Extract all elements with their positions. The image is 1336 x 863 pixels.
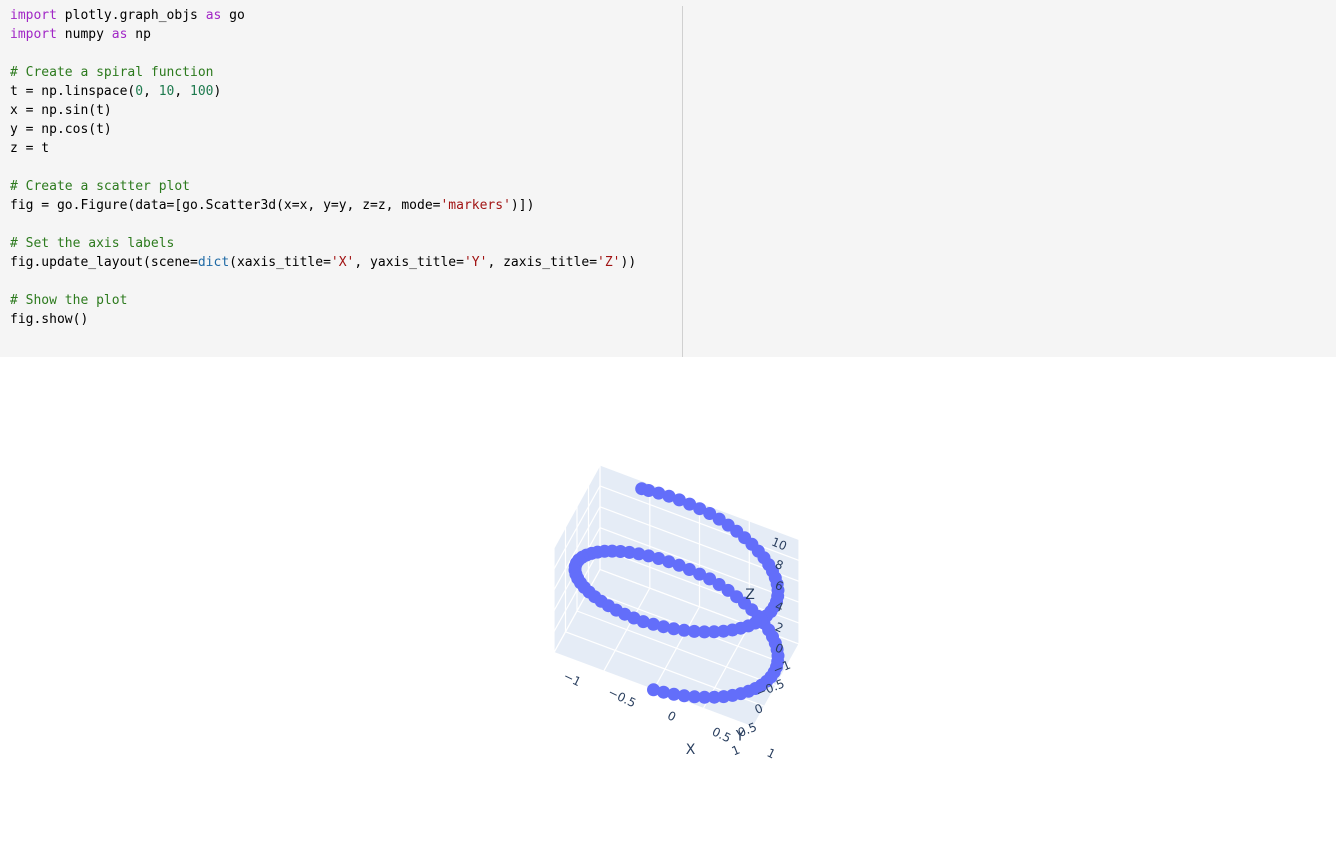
code-line: # Show the plot — [10, 291, 636, 310]
code-token: fig = go.Figure(data=[go.Scatter3d(x=x, … — [10, 198, 441, 213]
z-axis-title: Z — [745, 587, 755, 603]
code-cell-divider — [682, 6, 683, 357]
plot-output[interactable]: −1 −0.5 0 0.5 1 −1 −0.5 0 0.5 1 0 2 4 6 8 10 X Y Z — [0, 357, 1336, 863]
code-token: 'markers' — [440, 198, 511, 213]
code-token: import — [10, 27, 57, 42]
code-token: as — [111, 27, 128, 42]
y-axis-title: Y — [735, 729, 745, 745]
code-token: )) — [620, 255, 637, 270]
x-tick-label: −1 — [561, 669, 583, 689]
code-token: )]) — [510, 198, 535, 213]
code-line: # Create a scatter plot — [10, 177, 636, 196]
code-line: # Create a spiral function — [10, 63, 636, 82]
code-line: import plotly.graph_objs as go — [10, 6, 636, 25]
x-tick-label: 1 — [765, 746, 778, 762]
code-line: z = t — [10, 139, 636, 158]
code-line: t = np.linspace(0, 10, 100) — [10, 82, 636, 101]
scatter3d-chart[interactable]: −1−0.500.51−1−0.500.510246810XYZ — [0, 357, 1336, 863]
code-token: , zaxis_title= — [487, 255, 598, 270]
x-tick-label: 0 — [665, 708, 678, 724]
code-token: , — [174, 84, 191, 99]
x-axis-title: X — [686, 742, 696, 758]
code-token: , yaxis_title= — [354, 255, 464, 270]
code-token: # Create a scatter plot — [10, 179, 191, 194]
code-line: x = np.sin(t) — [10, 101, 636, 120]
data-point[interactable] — [726, 688, 739, 702]
code-line: # Set the axis labels — [10, 234, 636, 253]
code-token: plotly.graph_objs — [56, 8, 206, 23]
code-line: y = np.cos(t) — [10, 120, 636, 139]
code-line: fig = go.Figure(data=[go.Scatter3d(x=x, … — [10, 196, 636, 215]
code-editor[interactable]: import plotly.graph_objs as go import num… — [10, 6, 636, 329]
code-line: fig.show() — [10, 310, 636, 329]
code-token: x = np.sin(t) — [10, 103, 112, 118]
code-token: as — [205, 8, 222, 23]
code-token: numpy — [56, 27, 112, 42]
code-token: , — [143, 84, 159, 99]
x-tick-label: 0.5 — [710, 724, 733, 745]
x-tick-label: −0.5 — [606, 685, 638, 710]
code-token: 10 — [158, 84, 175, 99]
code-token: 0 — [135, 84, 144, 99]
code-token: dict — [197, 255, 230, 270]
code-token: (xaxis_title= — [229, 255, 331, 270]
code-token: t = np.linspace( — [10, 84, 136, 99]
code-token: import — [10, 8, 57, 23]
code-token: go — [221, 8, 245, 23]
code-token: ) — [213, 84, 222, 99]
code-token: fig.show() — [10, 312, 89, 327]
code-token: fig.update_layout(scene= — [10, 255, 198, 270]
code-token: # Show the plot — [10, 293, 128, 308]
code-line: fig.update_layout(scene=dict(xaxis_title… — [10, 253, 636, 272]
y-tick-label: 1 — [730, 743, 742, 759]
code-line: import numpy as np — [10, 25, 636, 44]
code-token: 'X' — [330, 255, 355, 270]
code-token: 100 — [190, 84, 214, 99]
code-token: 'Z' — [597, 255, 621, 270]
data-point[interactable] — [725, 623, 739, 637]
code-token: y = np.cos(t) — [10, 122, 112, 137]
code-token: # Set the axis labels — [10, 236, 175, 251]
code-token: z = t — [10, 141, 50, 156]
code-cell[interactable]: import plotly.graph_objs as go import num… — [0, 0, 1336, 357]
code-token: # Create a spiral function — [10, 65, 214, 80]
code-token: np — [127, 27, 151, 42]
code-token: 'Y' — [463, 255, 488, 270]
